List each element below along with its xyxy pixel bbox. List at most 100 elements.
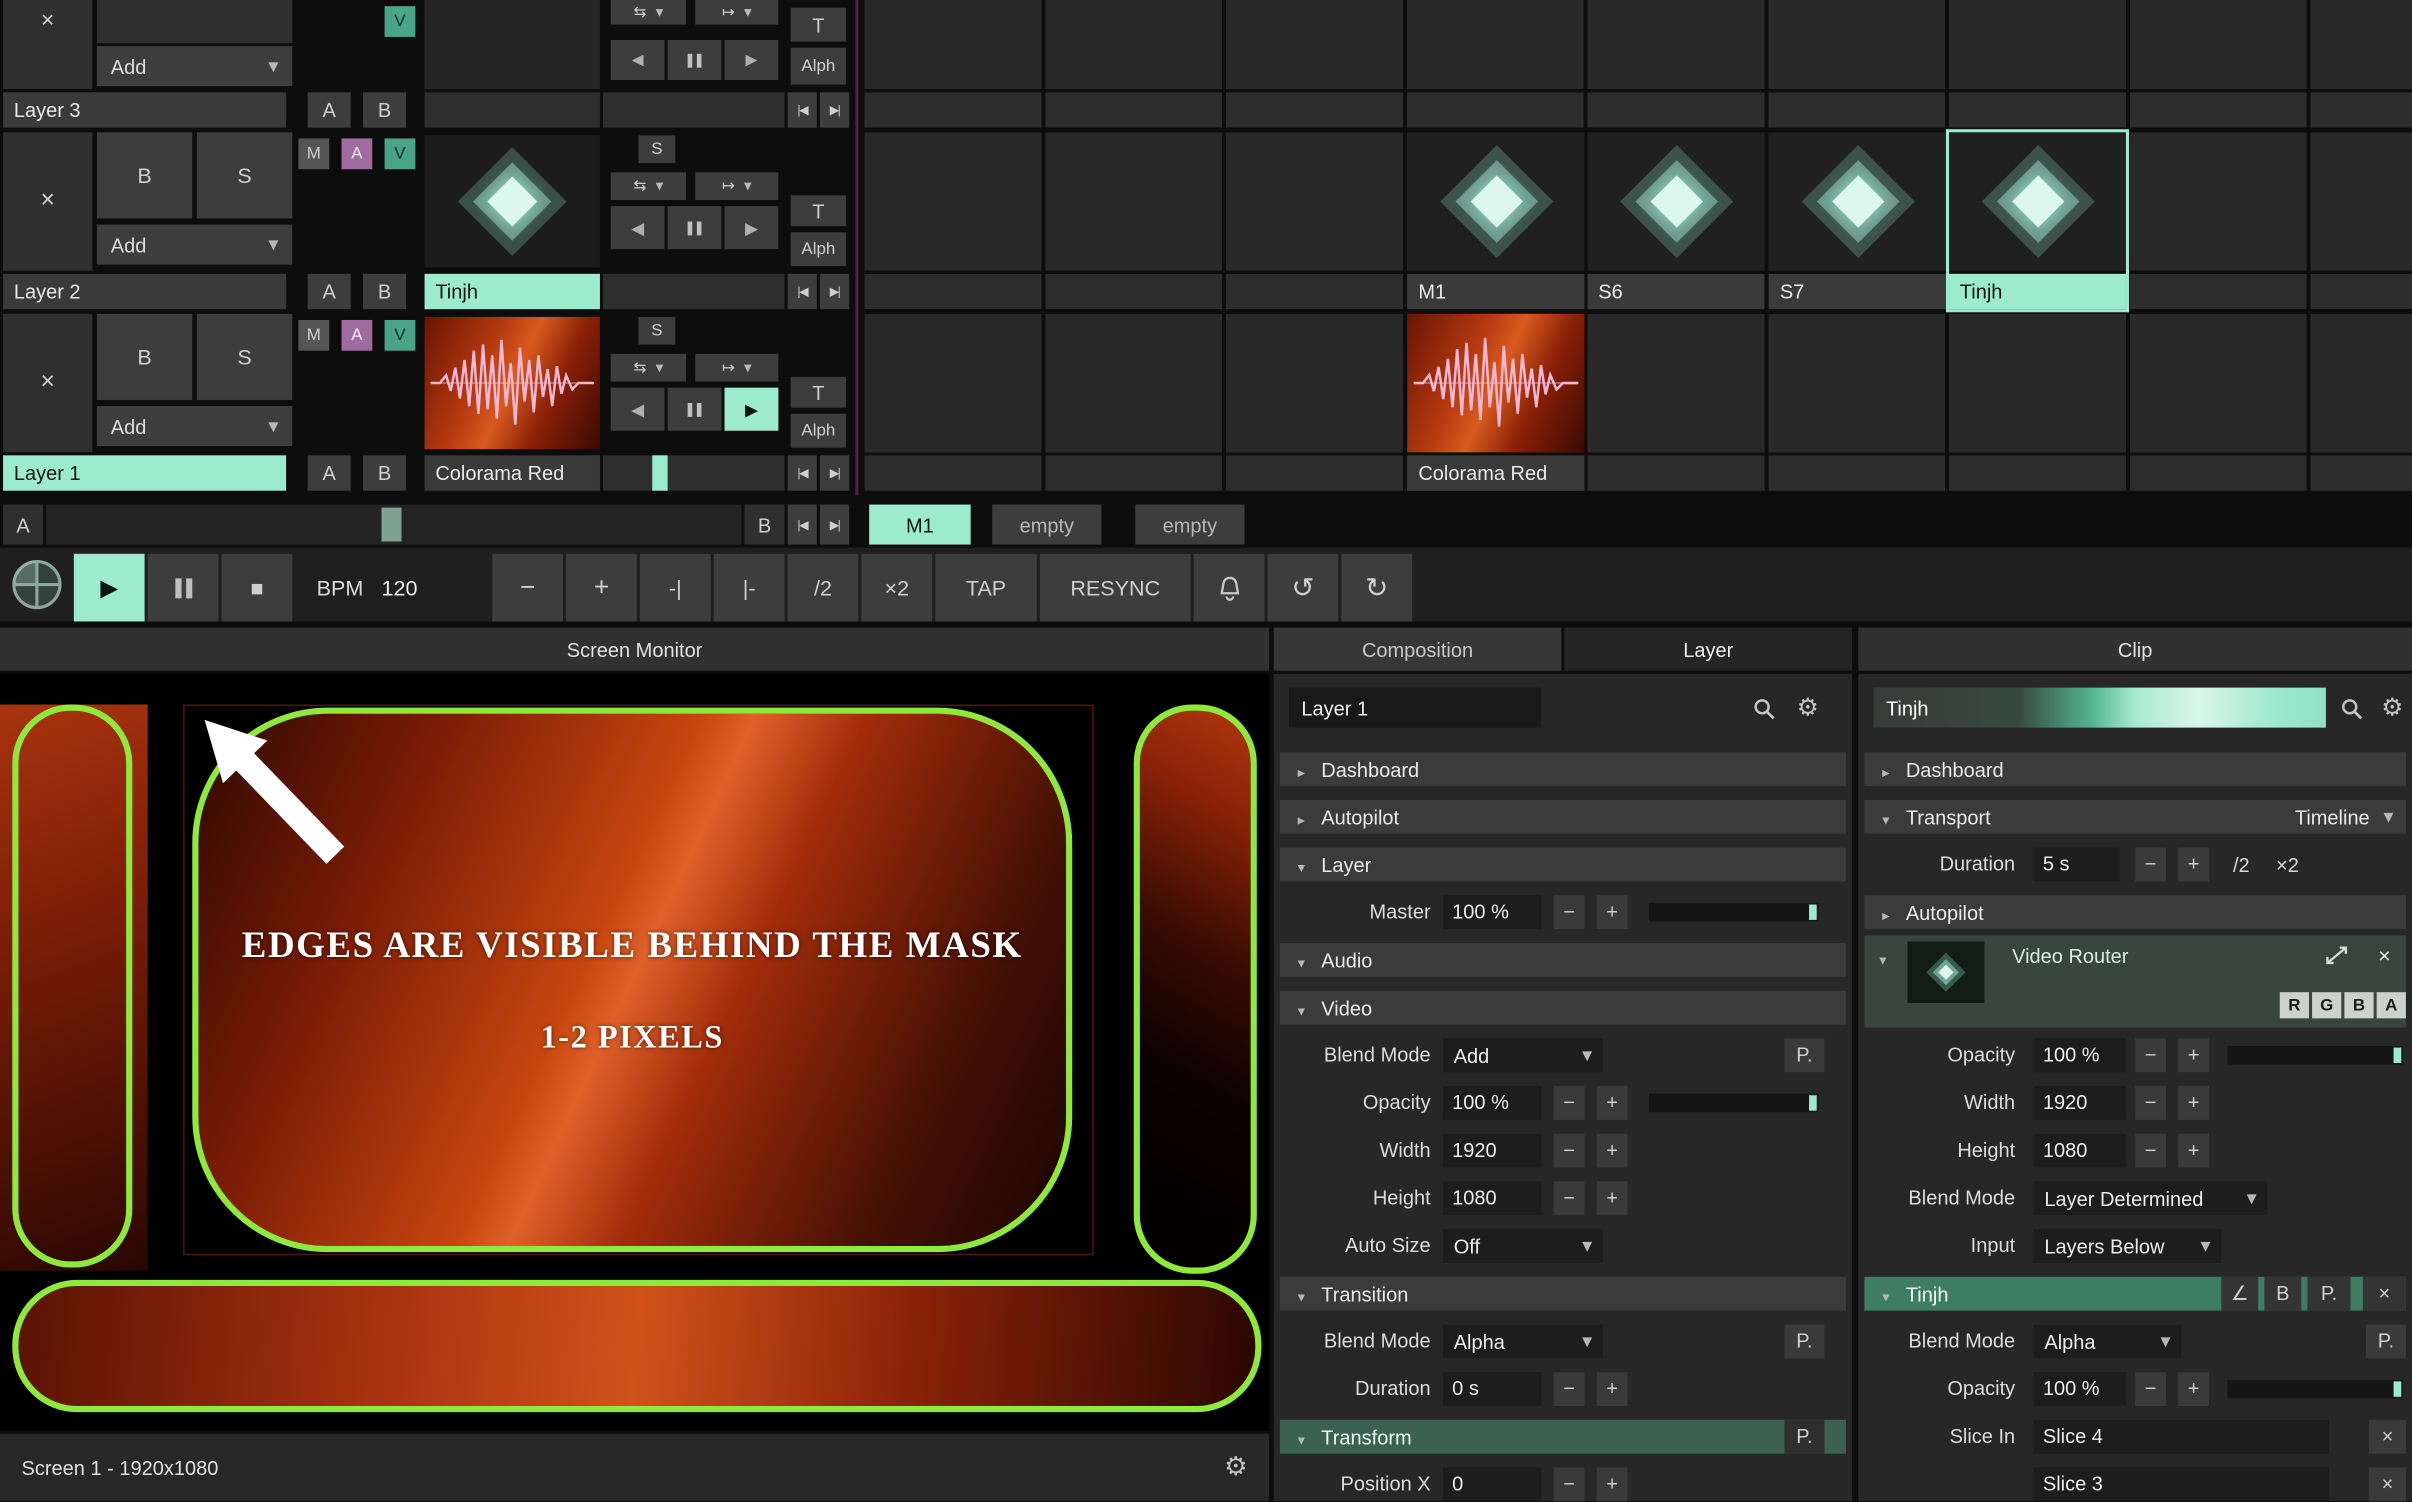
gear-icon[interactable] <box>1224 1452 1247 1483</box>
router-width-value[interactable]: 1920 <box>2034 1086 2126 1120</box>
transport-pause-button[interactable] <box>148 554 219 622</box>
slice-3-value[interactable]: Slice 3 <box>2034 1468 2329 1502</box>
column-tab-empty-1[interactable]: empty <box>992 505 1101 545</box>
position-x-value[interactable]: 0 <box>1443 1468 1541 1502</box>
transform-param-button[interactable]: P. <box>1784 1420 1824 1454</box>
effect-blend-param-button[interactable]: P. <box>2366 1324 2406 1358</box>
layer1-blend-dropdown[interactable]: Add <box>97 406 292 446</box>
router-width-decrease-button[interactable]: − <box>2135 1086 2166 1120</box>
layer2-blend-dropdown[interactable]: Add <box>97 225 292 265</box>
video-opacity-slider[interactable] <box>1649 1094 1818 1112</box>
master-increase-button[interactable]: + <box>1597 895 1628 929</box>
router-opacity-value[interactable]: 100 % <box>2034 1038 2126 1072</box>
layer3-bypass-button[interactable]: × <box>3 0 92 89</box>
metronome-button[interactable] <box>1194 554 1265 622</box>
layer3-alpha-button[interactable]: Alph <box>791 48 846 85</box>
resync-button[interactable]: RESYNC <box>1040 554 1191 622</box>
crossfader-track[interactable] <box>46 505 741 545</box>
effect-opacity-increase-button[interactable]: + <box>2178 1372 2209 1406</box>
nudge-forward-button[interactable]: |- <box>714 554 785 622</box>
grid-clip-s6-label[interactable]: S6 <box>1588 274 1765 309</box>
master-decrease-button[interactable]: − <box>1554 895 1585 929</box>
layer1-bypass-button[interactable]: × <box>3 314 92 452</box>
channel-g-button[interactable]: G <box>2312 992 2341 1018</box>
layer3-crossfader-a-button[interactable]: A <box>308 92 351 127</box>
channel-a-button[interactable]: A <box>2377 992 2406 1018</box>
layer1-active-clip-thumbnail[interactable] <box>425 317 600 449</box>
clip-section-dashboard[interactable]: Dashboard <box>1864 752 2405 786</box>
video-opacity-decrease-button[interactable]: − <box>1554 1086 1585 1120</box>
layer1-s-button[interactable]: S <box>197 314 292 400</box>
bpm-decrease-button[interactable]: − <box>492 554 563 622</box>
layer3-skip-end-button[interactable]: ▶| <box>820 92 849 127</box>
layer1-loop-mode-dropdown[interactable]: ⇆ <box>611 354 686 382</box>
layer1-t-button[interactable]: T <box>791 377 846 408</box>
expand-icon[interactable] <box>2323 943 2351 968</box>
layer2-prev-button[interactable]: ◀ <box>611 206 665 249</box>
transition-blend-dropdown[interactable]: Alpha <box>1443 1324 1603 1358</box>
grid-clip-s7-thumbnail[interactable] <box>1769 132 1946 270</box>
autosize-dropdown[interactable]: Off <box>1443 1229 1603 1263</box>
video-opacity-increase-button[interactable]: + <box>1597 1086 1628 1120</box>
transition-duration-increase-button[interactable]: + <box>1597 1372 1628 1406</box>
layer3-prev-button[interactable]: ◀ <box>611 40 665 80</box>
layer2-v-button[interactable]: V <box>385 138 416 169</box>
channel-b-button[interactable]: B <box>2344 992 2373 1018</box>
router-height-value[interactable]: 1080 <box>2034 1134 2126 1168</box>
layer3-trigger-mode-dropdown[interactable]: ↦ <box>695 0 778 25</box>
transport-stop-button[interactable]: ■ <box>222 554 293 622</box>
router-opacity-slider[interactable] <box>2227 1046 2402 1064</box>
layer2-play-button[interactable]: ▶ <box>725 206 779 249</box>
effect-envelope-button[interactable]: ∠ <box>2221 1277 2258 1311</box>
transition-blend-param-button[interactable]: P. <box>1784 1324 1824 1358</box>
layer2-a-button[interactable]: A <box>342 138 373 169</box>
clip-section-autopilot[interactable]: Autopilot <box>1864 895 2405 929</box>
grid-clip-colorama-label[interactable]: Colorama Red <box>1408 455 1585 490</box>
router-input-dropdown[interactable]: Layers Below <box>2034 1229 2222 1263</box>
effect-bypass-button[interactable]: B <box>2264 1277 2301 1311</box>
video-router-close-button[interactable]: × <box>2369 940 2400 971</box>
layer2-pause-button[interactable] <box>668 206 722 249</box>
effect-opacity-slider[interactable] <box>2227 1380 2402 1398</box>
layer2-name[interactable]: Layer 2 <box>3 274 286 309</box>
video-width-decrease-button[interactable]: − <box>1554 1134 1585 1168</box>
section-autopilot[interactable]: Autopilot <box>1280 800 1846 834</box>
layer1-skip-end-button[interactable]: ▶| <box>820 455 849 490</box>
slice-3-remove-button[interactable]: × <box>2369 1468 2406 1502</box>
layer3-blend-dropdown[interactable]: Add <box>97 46 292 86</box>
composition-globe-icon[interactable] <box>9 557 64 612</box>
layer2-skip-start-button[interactable]: |◀ <box>788 274 817 309</box>
effect-blend-dropdown[interactable]: Alpha <box>2034 1324 2182 1358</box>
tap-tempo-button[interactable]: TAP <box>935 554 1037 622</box>
column-tab-empty-2[interactable]: empty <box>1135 505 1244 545</box>
slice-in-value[interactable]: Slice 4 <box>2034 1420 2329 1454</box>
grid-clip-s6-thumbnail[interactable] <box>1588 132 1765 270</box>
gear-icon[interactable] <box>1797 692 1819 723</box>
layer1-solo-button[interactable]: S <box>638 317 675 345</box>
layer1-alpha-button[interactable]: Alph <box>791 414 846 448</box>
clip-duration-increase-button[interactable]: + <box>2178 848 2209 882</box>
master-value[interactable]: 100 % <box>1443 895 1541 929</box>
clip-duration-value[interactable]: 5 s <box>2034 848 2120 882</box>
grid-clip-m1-label[interactable]: M1 <box>1408 274 1585 309</box>
master-slider[interactable] <box>1649 903 1818 921</box>
layer2-skip-end-button[interactable]: ▶| <box>820 274 849 309</box>
effect-opacity-value[interactable]: 100 % <box>2034 1372 2126 1406</box>
clip-name-input[interactable] <box>1874 688 2326 728</box>
transport-mode-dropdown[interactable]: Timeline <box>2295 805 2370 828</box>
layer2-crossfader-a-button[interactable]: A <box>308 274 351 309</box>
video-blend-dropdown[interactable]: Add <box>1443 1038 1603 1072</box>
nudge-back-button[interactable]: -| <box>640 554 711 622</box>
effect-param-button[interactable]: P. <box>2307 1277 2350 1311</box>
crossfader-handle[interactable] <box>381 508 401 542</box>
video-width-value[interactable]: 1920 <box>1443 1134 1541 1168</box>
layer2-alpha-button[interactable]: Alph <box>791 232 846 266</box>
layer1-trigger-mode-dropdown[interactable]: ↦ <box>695 354 778 382</box>
effect-opacity-decrease-button[interactable]: − <box>2135 1372 2166 1406</box>
layer3-clip-slot[interactable] <box>425 0 600 89</box>
layer3-name[interactable]: Layer 3 <box>3 92 286 127</box>
layer1-crossfader-b-button[interactable]: B <box>363 455 406 490</box>
layer2-active-clip-name[interactable]: Tinjh <box>425 274 600 309</box>
layer1-a-button[interactable]: A <box>342 320 373 351</box>
bpm-halve-button[interactable]: /2 <box>788 554 859 622</box>
